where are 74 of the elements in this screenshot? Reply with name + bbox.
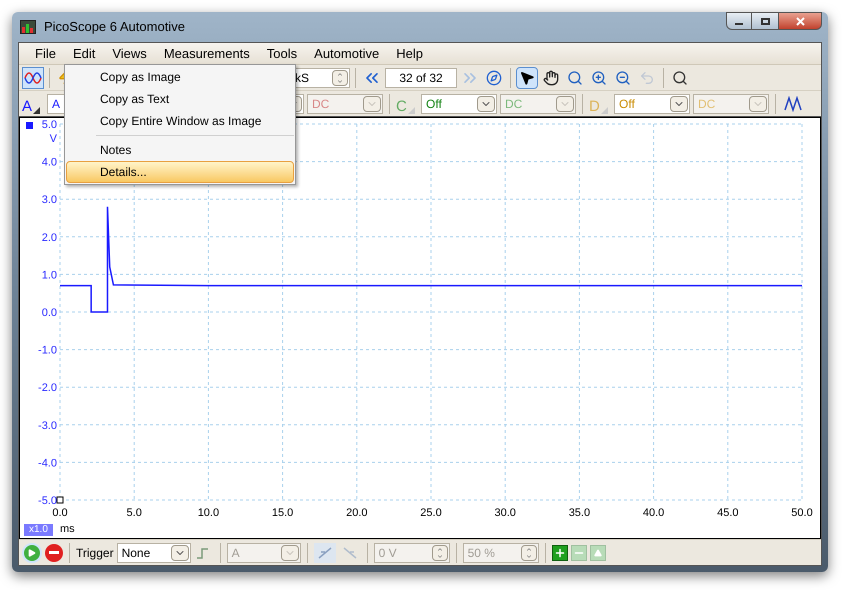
x-axis-label: 10.0 [198, 507, 220, 519]
y-axis-label: 1.0 [42, 269, 57, 282]
y-axis-label: -2.0 [38, 382, 57, 394]
x-axis-label: 35.0 [568, 507, 590, 519]
pointer-button[interactable] [516, 66, 538, 88]
trigger-label: Trigger [76, 544, 114, 562]
minimize-button[interactable] [726, 12, 752, 30]
menu-item[interactable]: File [27, 44, 64, 64]
maximize-button[interactable] [752, 12, 778, 30]
magnifier-icon [567, 70, 583, 86]
plus-icon [554, 546, 566, 558]
menu-item[interactable]: Help [388, 44, 431, 64]
close-button[interactable] [778, 12, 822, 30]
menu-item[interactable]: Measurements [156, 44, 258, 64]
y-axis-label: 3.0 [42, 194, 57, 206]
menu-item[interactable]: Views [104, 44, 155, 64]
y-axis-label: 4.0 [42, 156, 57, 169]
x-axis-label: 5.0 [126, 507, 142, 519]
corner-arrow-icon [408, 106, 415, 114]
y-axis-label: -4.0 [38, 457, 57, 470]
y-axis-label: -1.0 [38, 344, 57, 357]
app-icon [20, 20, 36, 34]
spinner-arrows-icon [332, 70, 348, 86]
menu-option[interactable]: Copy as Text [66, 88, 294, 110]
pointer-icon [519, 70, 535, 86]
trigger-mode-dropdown[interactable]: None [116, 542, 191, 562]
y-axis-label: 2.0 [42, 232, 57, 244]
menu-item[interactable]: Tools [258, 44, 306, 64]
x-axis-label: 15.0 [272, 507, 294, 519]
add-button[interactable] [552, 544, 568, 560]
compass-icon [486, 70, 502, 86]
x-axis-label: 0.0 [52, 507, 68, 519]
menu-item[interactable]: Edit [64, 44, 104, 64]
triangle-icon [594, 548, 602, 556]
y-axis-label: 5.0 [42, 119, 57, 131]
corner-arrow-icon [33, 106, 40, 114]
rising-edge-icon [316, 546, 333, 560]
x-axis-label: 25.0 [420, 507, 442, 519]
x-axis-label: 30.0 [494, 507, 516, 519]
zoom-in-icon [591, 70, 607, 86]
scope-mode-button[interactable] [22, 66, 44, 88]
window-title: PicoScope 6 Automotive [44, 18, 185, 36]
y-axis-label: -5.0 [38, 495, 57, 507]
x-axis-label: 45.0 [717, 507, 738, 519]
x-axis-label: 40.0 [642, 507, 664, 519]
corner-arrow-icon [600, 106, 608, 114]
y-axis-label: 0.0 [42, 307, 57, 319]
menu-option[interactable]: Notes [66, 139, 294, 161]
run-button[interactable] [22, 542, 42, 562]
buffer-field[interactable]: 32 of 32 [385, 68, 457, 88]
origin-handle[interactable] [56, 496, 64, 504]
menu-option[interactable]: Details... [66, 161, 294, 183]
channel-options-button[interactable]: A [22, 94, 44, 114]
undo-icon [639, 70, 655, 86]
y-axis-label: -3.0 [38, 420, 57, 432]
spinner-arrows-icon [432, 544, 448, 560]
waveform-icon [24, 70, 42, 84]
range-dropdown[interactable]: Off [421, 94, 497, 114]
signal-icon [784, 96, 802, 112]
play-icon [28, 548, 36, 556]
zoom-out-icon [615, 70, 631, 86]
y-unit-label: V [50, 133, 57, 145]
stop-button[interactable] [45, 544, 63, 562]
falling-edge-icon [342, 546, 358, 560]
spinner-arrows-icon [520, 544, 537, 560]
x-axis-label: 50.0 [791, 507, 813, 519]
menu-item[interactable]: Automotive [306, 44, 388, 64]
menu-option[interactable]: Copy Entire Window as Image [66, 110, 294, 132]
x-unit-label: ms [60, 522, 75, 536]
zoom-fit-icon [672, 70, 688, 86]
hand-icon [543, 70, 559, 86]
zoom-badge: x1.0 [24, 524, 53, 536]
close-icon [796, 16, 804, 26]
x-axis-label: 20.0 [346, 507, 368, 519]
